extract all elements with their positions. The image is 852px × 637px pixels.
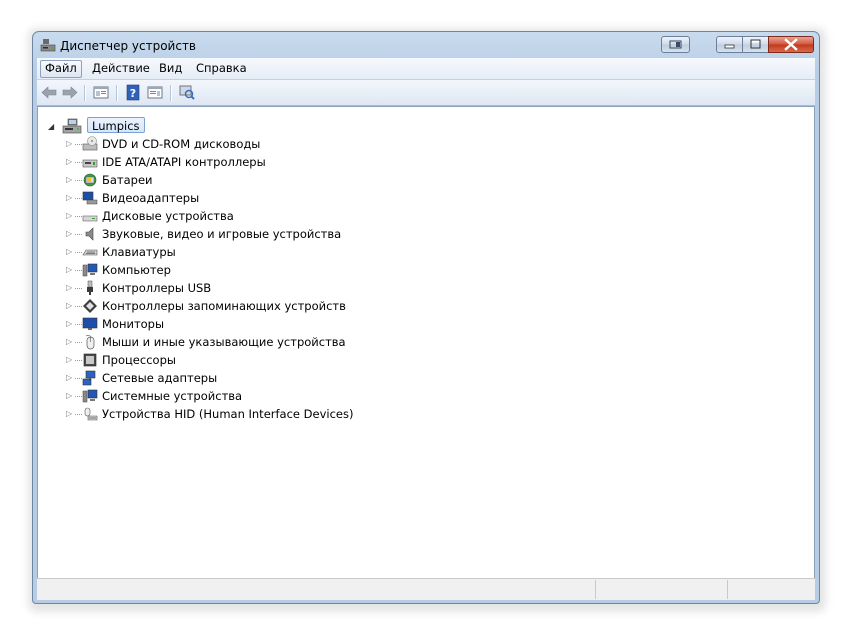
network-adapter-icon [82,370,96,386]
tree-node-dvd-cd-rom[interactable]: ▷ DVD и CD-ROM дисководы [66,135,466,153]
tree-node-label: Видеоадаптеры [102,191,200,205]
tree-node-system-devices[interactable]: ▷ Системные устройства [66,387,466,405]
display-adapter-icon [82,191,98,205]
device-tree-pane[interactable]: ◢ Lumpics ▷ DVD и CD-ROM дисководы ▷ IDE… [37,106,815,579]
minimize-button[interactable] [716,36,743,53]
expand-arrow-icon[interactable]: ▷ [66,229,72,238]
expand-arrow-icon[interactable]: ▷ [66,175,72,184]
tree-node-label: Устройства HID (Human Interface Devices) [102,407,354,421]
expand-arrow-icon[interactable]: ▷ [66,301,72,310]
window-title: Диспетчер устройств [60,39,197,53]
tree-node-label: DVD и CD-ROM дисководы [102,137,261,151]
usb-icon [87,280,93,295]
tree-node-label: Контроллеры USB [102,281,212,295]
window-layout-icon [669,40,682,49]
expand-arrow-icon[interactable]: ▷ [66,319,72,328]
back-arrow-icon[interactable] [40,84,58,101]
close-button[interactable] [768,36,814,53]
speaker-icon [85,227,94,241]
hid-icon [84,407,98,421]
expand-arrow-icon[interactable]: ▷ [66,211,72,220]
device-manager-window: Диспетчер устройств Файл Действие Вид Сп… [32,31,820,604]
computer-icon [82,263,98,277]
tree-node-label: Клавиатуры [102,245,176,259]
expand-arrow-icon[interactable]: ▷ [66,265,72,274]
tree-node-network-adapters[interactable]: ▷ Сетевые адаптеры [66,369,466,387]
tree-node-label: Звуковые, видео и игровые устройства [102,227,342,241]
toolbar-separator [116,85,117,101]
close-icon [784,38,798,51]
expand-arrow-icon[interactable]: ▷ [66,409,72,418]
keyboard-icon [82,249,98,256]
expand-arrow-icon[interactable]: ▷ [66,337,72,346]
tree-node-usb-controllers[interactable]: ▷ Контроллеры USB [66,279,466,297]
tree-node-keyboards[interactable]: ▷ Клавиатуры [66,243,466,261]
tree-node-batteries[interactable]: ▷ Батареи [66,171,466,189]
properties-icon[interactable] [146,84,164,101]
show-hide-console-tree-icon[interactable] [92,84,110,101]
minimize-icon [724,44,735,49]
tree-node-label: Мониторы [102,317,165,331]
tree-node-hid[interactable]: ▷ Устройства HID (Human Interface Device… [66,405,466,423]
expand-arrow-icon[interactable]: ▷ [66,391,72,400]
tree-node-label: IDE ATA/ATAPI контроллеры [102,155,266,169]
snap-button[interactable] [661,36,690,53]
tree-node-sound-video-game[interactable]: ▷ Звуковые, видео и игровые устройства [66,225,466,243]
status-bar-divider [595,580,596,599]
tree-node-monitors[interactable]: ▷ Мониторы [66,315,466,333]
tree-root-label[interactable]: Lumpics [87,117,145,133]
scan-hardware-icon[interactable] [178,84,196,101]
status-bar [37,578,815,600]
menu-action[interactable]: Действие [88,61,154,77]
computer-root-icon [62,118,82,134]
svg-text:?: ? [130,87,136,100]
tree-node-label: Компьютер [102,263,171,277]
tree-node-label: Системные устройства [102,389,243,403]
help-icon[interactable]: ? [124,84,142,101]
tree-node-storage-controllers[interactable]: ▷ Контроллеры запоминающих устройств [66,297,466,315]
status-bar-divider [727,580,728,599]
ide-controller-icon [82,159,98,168]
system-devices-icon [82,389,98,403]
menu-view[interactable]: Вид [155,61,186,77]
expand-arrow-icon[interactable]: ▷ [66,247,72,256]
expand-arrow-icon[interactable]: ▷ [66,373,72,382]
forward-arrow-icon[interactable] [61,84,79,101]
tree-node-mice[interactable]: ▷ Мыши и иные указывающие устройства [66,333,466,351]
tree-node-ide-controllers[interactable]: ▷ IDE ATA/ATAPI контроллеры [66,153,466,171]
monitor-icon [82,317,98,330]
maximize-button[interactable] [742,36,769,53]
menu-file[interactable]: Файл [40,60,82,78]
expand-arrow-icon[interactable]: ▷ [66,283,72,292]
toolbar: ? [37,80,815,106]
menu-help[interactable]: Справка [192,61,251,77]
maximize-icon [750,39,761,49]
tree-node-processors[interactable]: ▷ Процессоры [66,351,466,369]
collapse-arrow-icon[interactable]: ◢ [48,122,54,131]
toolbar-separator [170,85,171,101]
tree-node-label: Процессоры [102,353,176,367]
battery-icon [83,173,97,187]
tree-node-display-adapters[interactable]: ▷ Видеоадаптеры [66,189,466,207]
expand-arrow-icon[interactable]: ▷ [66,157,72,166]
processor-icon [83,353,97,367]
toolbar-separator [84,85,85,101]
mouse-icon [85,335,95,350]
device-manager-app-icon [40,39,56,52]
disk-drive-icon [82,215,98,222]
tree-node-computer[interactable]: ▷ Компьютер [66,261,466,279]
expand-arrow-icon[interactable]: ▷ [66,139,72,148]
menu-bar: Файл Действие Вид Справка [37,58,815,80]
expand-arrow-icon[interactable]: ▷ [66,355,72,364]
tree-node-label: Мыши и иные указывающие устройства [102,335,346,349]
storage-controller-icon [83,299,97,313]
tree-node-label: Батареи [102,173,153,187]
tree-node-label: Контроллеры запоминающих устройств [102,299,346,313]
tree-node-disk-drives[interactable]: ▷ Дисковые устройства [66,207,466,225]
tree-node-label: Сетевые адаптеры [102,371,218,385]
tree-node-label: Дисковые устройства [102,209,234,223]
expand-arrow-icon[interactable]: ▷ [66,193,72,202]
dvd-drive-icon [82,136,98,151]
title-bar[interactable]: Диспетчер устройств [33,32,819,58]
